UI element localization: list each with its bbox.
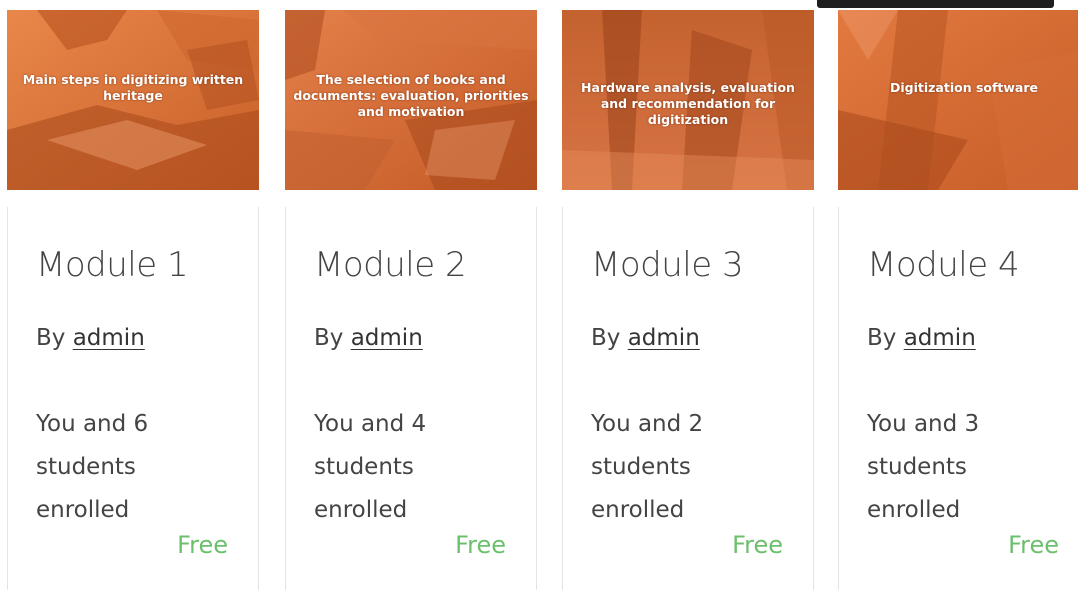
thumbnail-caption: Main steps in digitizing written heritag… (22, 72, 244, 103)
thumbnail-caption: Digitization software (889, 80, 1039, 95)
course-card-module-3: Hardware analysis, evaluation and recomm… (562, 10, 814, 590)
enrollment-text: You and 3 students enrolled (867, 411, 980, 523)
price-label: Free (732, 531, 783, 559)
author-link[interactable]: admin (351, 325, 423, 351)
by-label: By (867, 325, 897, 351)
price-label: Free (455, 531, 506, 559)
enrollment-text: You and 6 students enrolled (36, 411, 149, 523)
by-label: By (314, 325, 344, 351)
course-title[interactable]: Module 3 (591, 245, 744, 285)
price-label: Free (177, 531, 228, 559)
by-label: By (591, 325, 621, 351)
enrollment-text: You and 2 students enrolled (591, 411, 704, 523)
course-card-body: Module 1 By admin You and 6 students enr… (7, 207, 259, 590)
author-link[interactable]: admin (904, 325, 976, 351)
author-link[interactable]: admin (73, 325, 145, 351)
course-thumbnail[interactable]: The selection of books and documents: ev… (285, 10, 537, 190)
course-card-body: Module 4 By admin You and 3 students enr… (838, 207, 1078, 590)
course-card-body: Module 2 By admin You and 4 students enr… (285, 207, 537, 590)
course-card-module-1: Main steps in digitizing written heritag… (7, 10, 259, 590)
course-title[interactable]: Module 1 (36, 245, 189, 285)
author-line: By admin (314, 325, 423, 351)
course-card-module-2: The selection of books and documents: ev… (285, 10, 537, 590)
price-label: Free (1008, 531, 1059, 559)
course-title[interactable]: Module 4 (867, 245, 1020, 285)
course-thumbnail[interactable]: Main steps in digitizing written heritag… (7, 10, 259, 190)
thumbnail-caption: The selection of books and documents: ev… (293, 72, 529, 119)
author-link[interactable]: admin (628, 325, 700, 351)
author-line: By admin (36, 325, 145, 351)
enrollment-text: You and 4 students enrolled (314, 411, 427, 523)
author-line: By admin (591, 325, 700, 351)
course-thumbnail[interactable]: Digitization software (838, 10, 1078, 190)
course-thumbnail[interactable]: Hardware analysis, evaluation and recomm… (562, 10, 814, 190)
course-card-module-4: Digitization software Module 4 By admin … (838, 10, 1078, 590)
thumbnail-caption: Hardware analysis, evaluation and recomm… (581, 80, 795, 127)
course-card-body: Module 3 By admin You and 2 students enr… (562, 207, 814, 590)
book-image-background (838, 10, 1078, 190)
by-label: By (36, 325, 66, 351)
author-line: By admin (867, 325, 976, 351)
course-title[interactable]: Module 2 (314, 245, 467, 285)
tooltip-popup (817, 0, 1054, 8)
